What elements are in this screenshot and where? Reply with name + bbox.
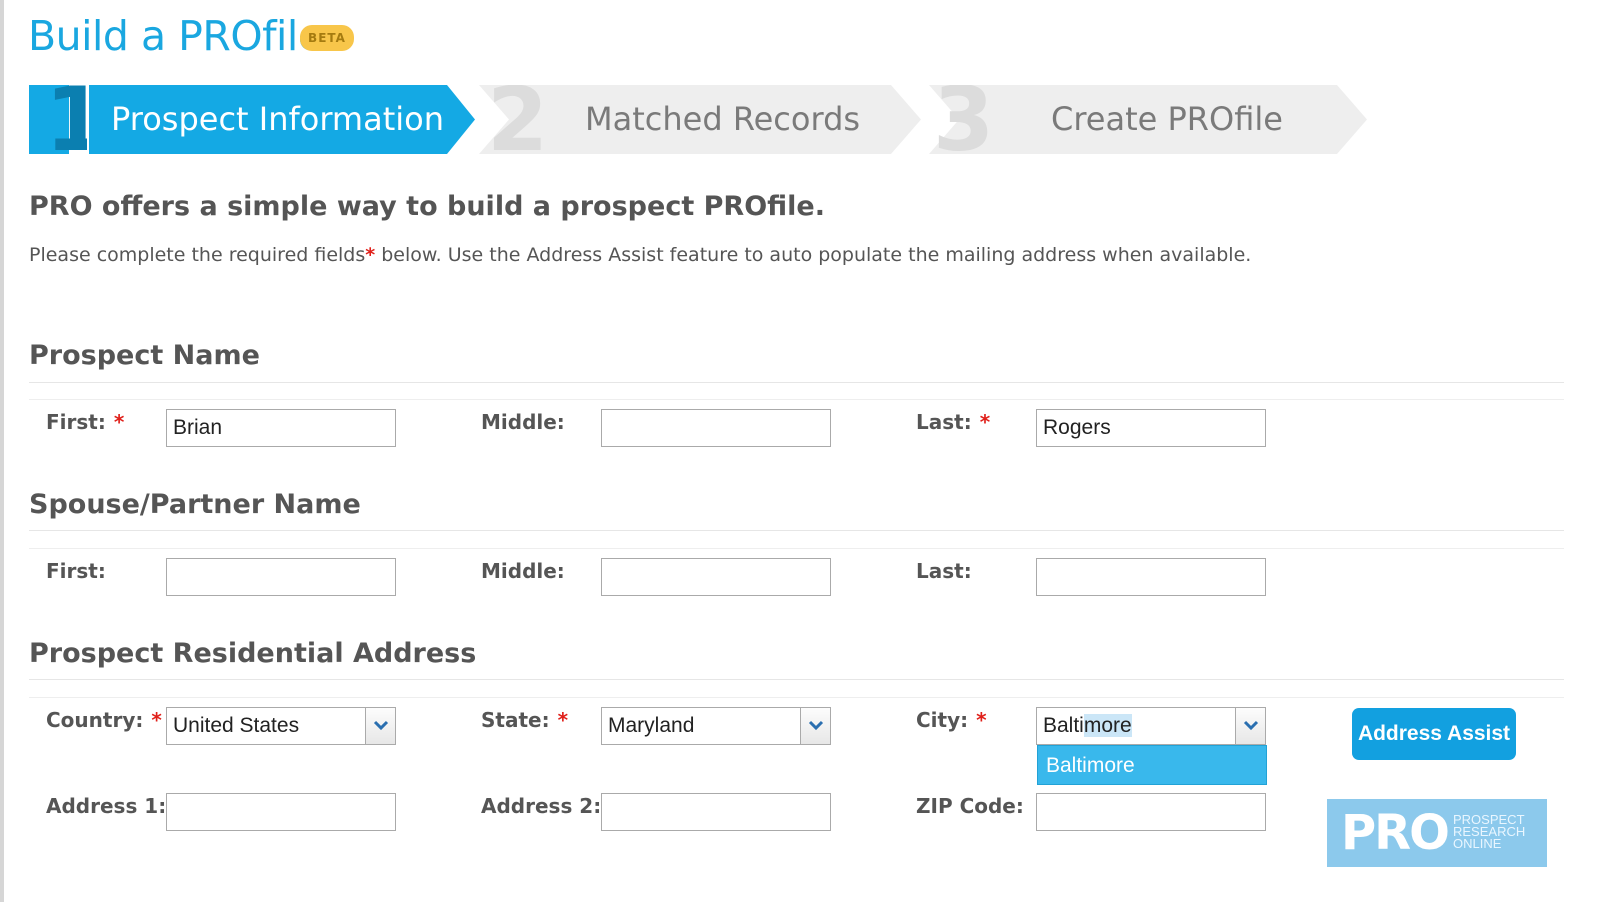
zip-code-input[interactable] [1036, 793, 1266, 831]
spouse-last-label: Last: [916, 559, 972, 583]
prospect-middle-label: Middle: [481, 410, 565, 434]
window-edge [0, 0, 4, 902]
label-text: Last: [916, 410, 972, 434]
address1-label: Address 1: [46, 794, 167, 818]
divider [29, 399, 1564, 400]
country-select[interactable]: United States [166, 707, 396, 745]
address1-input[interactable] [166, 793, 396, 831]
city-combobox[interactable]: Baltimore [1036, 707, 1266, 745]
spouse-name-heading: Spouse/Partner Name [29, 489, 361, 520]
required-marker: * [557, 708, 569, 732]
label-text: State: [481, 708, 550, 732]
logo-tagline: PROSPECT RESEARCH ONLINE [1453, 813, 1525, 851]
required-marker: * [113, 410, 125, 434]
step-3-number: 3 [933, 85, 995, 154]
chevron-down-icon[interactable] [800, 708, 830, 744]
required-marker: * [151, 708, 162, 732]
step-2-matched-records[interactable]: Matched Records [585, 85, 860, 154]
prospect-last-label: Last: * [916, 410, 990, 434]
intro-text-after: below. Use the Address Assist feature to… [375, 244, 1252, 266]
prospect-middle-name-input[interactable] [601, 409, 831, 447]
label-text: City: [916, 708, 969, 732]
prospect-last-name-input[interactable] [1036, 409, 1266, 447]
label-text: Country: [46, 708, 144, 732]
divider [29, 548, 1564, 549]
step-2-number: 2 [487, 85, 549, 154]
step-3-create-profile[interactable]: Create PROfile [1051, 85, 1283, 154]
address2-input[interactable] [601, 793, 831, 831]
required-marker: * [976, 708, 987, 732]
city-combobox-value[interactable]: Baltimore [1043, 708, 1132, 744]
progress-steps: 1 Prospect Information 2 Matched Records… [29, 85, 1369, 154]
page-title: Build a PROfile [28, 12, 323, 60]
address2-label: Address 2: [481, 794, 602, 818]
prospect-first-label: First: * [46, 410, 124, 434]
zip-label: ZIP Code: [916, 794, 1024, 818]
city-label: City: * [916, 708, 987, 732]
spouse-last-name-input[interactable] [1036, 558, 1266, 596]
spouse-middle-label: Middle: [481, 559, 565, 583]
required-marker: * [365, 244, 376, 266]
state-label: State: * [481, 708, 568, 732]
chevron-down-icon[interactable] [365, 708, 395, 744]
divider [29, 679, 1564, 680]
divider [29, 697, 1564, 698]
logo-line: ONLINE [1453, 836, 1502, 851]
beta-badge: BETA [300, 25, 354, 51]
divider [29, 530, 1564, 531]
prospect-first-name-input[interactable] [166, 409, 396, 447]
address-heading: Prospect Residential Address [29, 638, 477, 669]
required-marker: * [979, 410, 991, 434]
state-select-value: Maryland [608, 714, 695, 737]
state-select[interactable]: Maryland [601, 707, 831, 745]
step-1-prospect-information[interactable]: Prospect Information [111, 85, 444, 154]
spouse-middle-name-input[interactable] [601, 558, 831, 596]
spouse-first-label: First: [46, 559, 106, 583]
label-text: First: [46, 410, 106, 434]
intro-heading: PRO offers a simple way to build a prosp… [29, 191, 825, 222]
address-assist-button[interactable]: Address Assist [1352, 708, 1516, 760]
country-label: Country: * [46, 708, 162, 732]
prospect-name-heading: Prospect Name [29, 340, 260, 371]
step-1-number: 1 [45, 85, 87, 154]
intro-text-before: Please complete the required fields [29, 244, 366, 266]
intro-text: Please complete the required fields* bel… [29, 244, 1251, 266]
logo-mark: PRO [1341, 805, 1450, 861]
country-select-value: United States [173, 714, 300, 737]
pro-logo: PRO PROSPECT RESEARCH ONLINE [1327, 799, 1547, 867]
city-typed-text: Balti [1043, 714, 1084, 737]
city-suggestion-option[interactable]: Baltimore [1037, 745, 1267, 785]
divider [29, 382, 1564, 383]
chevron-down-icon[interactable] [1235, 708, 1265, 744]
city-autocomplete-text: more [1083, 714, 1132, 737]
spouse-first-name-input[interactable] [166, 558, 396, 596]
